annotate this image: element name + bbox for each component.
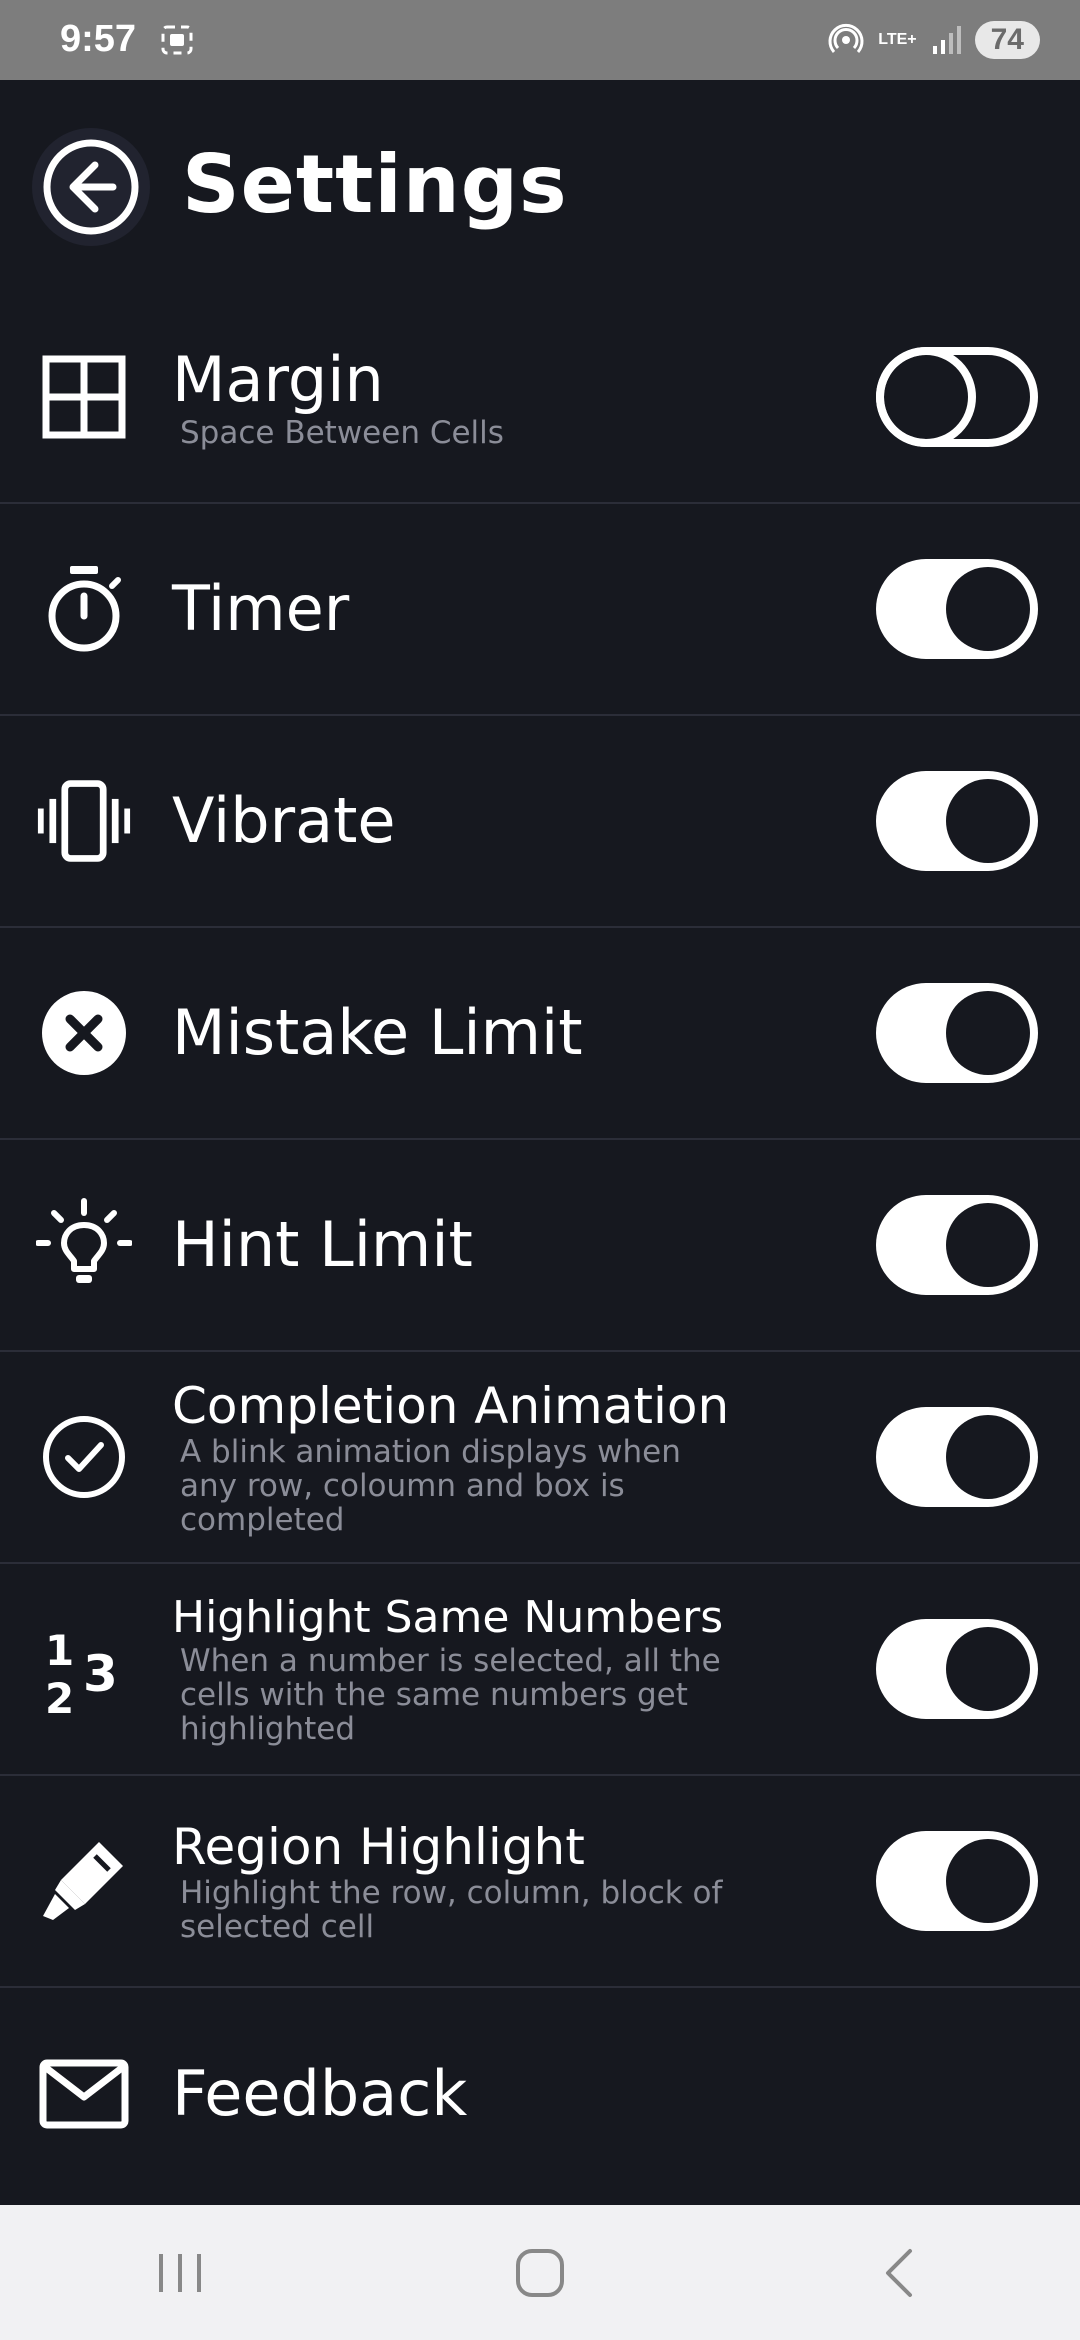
lightbulb-icon [36,1197,132,1293]
svg-text:2: 2 [45,1674,74,1717]
chevron-left-icon [886,2248,912,2297]
setting-vibrate[interactable]: Vibrate [0,716,1080,928]
battery-level: 74 [974,21,1040,59]
mistake-limit-toggle[interactable] [876,983,1038,1083]
status-time: 9:57 [60,18,137,60]
mail-icon [36,2046,132,2142]
home-button[interactable] [480,2233,600,2313]
settings-list: Margin Space Between Cells Timer Vibrate… [0,292,1080,2200]
arrow-left-circle-icon [43,139,139,235]
setting-completion-animation[interactable]: Completion Animation A blink animation d… [0,1352,1080,1564]
timer-toggle[interactable] [876,559,1038,659]
vibrate-toggle[interactable] [876,771,1038,871]
signal-icon [932,26,961,54]
status-bar: 9:57 LTE+ 74 [0,0,1080,80]
svg-text:1: 1 [45,1626,74,1675]
close-circle-icon [36,985,132,1081]
svg-text:3: 3 [83,1645,118,1703]
setting-margin[interactable]: Margin Space Between Cells [0,292,1080,504]
vibrate-icon [36,773,132,869]
setting-title: Margin [172,343,384,416]
setting-subtitle: A blink animation displays when any row,… [180,1434,681,1538]
highlight-same-numbers-toggle[interactable] [876,1619,1038,1719]
system-nav-bar [0,2205,1080,2340]
margin-toggle[interactable] [876,347,1038,447]
setting-timer[interactable]: Timer [0,504,1080,716]
grid-icon [36,349,132,445]
back-nav-button[interactable] [840,2233,960,2313]
setting-title: Region Highlight [172,1818,585,1876]
page-title: Settings [182,138,568,231]
setting-subtitle: Highlight the row, column, block of sele… [180,1875,723,1945]
setting-region-highlight[interactable]: Region Highlight Highlight the row, colu… [0,1776,1080,1988]
hotspot-icon [828,23,864,53]
hint-limit-toggle[interactable] [876,1195,1038,1295]
setting-title: Feedback [172,2057,468,2130]
home-icon [516,2248,564,2297]
setting-subtitle: Space Between Cells [180,415,504,451]
header: Settings [0,80,1080,290]
setting-title: Hint Limit [172,1208,473,1281]
setting-title: Highlight Same Numbers [172,1592,724,1643]
setting-title: Mistake Limit [172,996,583,1069]
recent-apps-button[interactable] [120,2233,240,2313]
numbers-icon: 1 2 3 [36,1621,132,1717]
region-highlight-toggle[interactable] [876,1831,1038,1931]
recent-apps-icon [159,2253,201,2292]
setting-mistake-limit[interactable]: Mistake Limit [0,928,1080,1140]
setting-hint-limit[interactable]: Hint Limit [0,1140,1080,1352]
setting-subtitle: When a number is selected, all the cells… [180,1643,721,1747]
highlighter-icon [36,1833,132,1929]
back-button[interactable] [32,128,150,246]
setting-feedback[interactable]: Feedback [0,1988,1080,2200]
setting-title: Timer [172,572,350,645]
completion-animation-toggle[interactable] [876,1407,1038,1507]
stopwatch-icon [36,561,132,657]
screenshot-icon [161,25,193,55]
setting-title: Vibrate [172,784,396,857]
setting-title: Completion Animation [172,1377,730,1435]
network-type: LTE+ [878,31,917,48]
check-circle-icon [36,1409,132,1505]
setting-highlight-same-numbers[interactable]: 1 2 3 Highlight Same Numbers When a numb… [0,1564,1080,1776]
